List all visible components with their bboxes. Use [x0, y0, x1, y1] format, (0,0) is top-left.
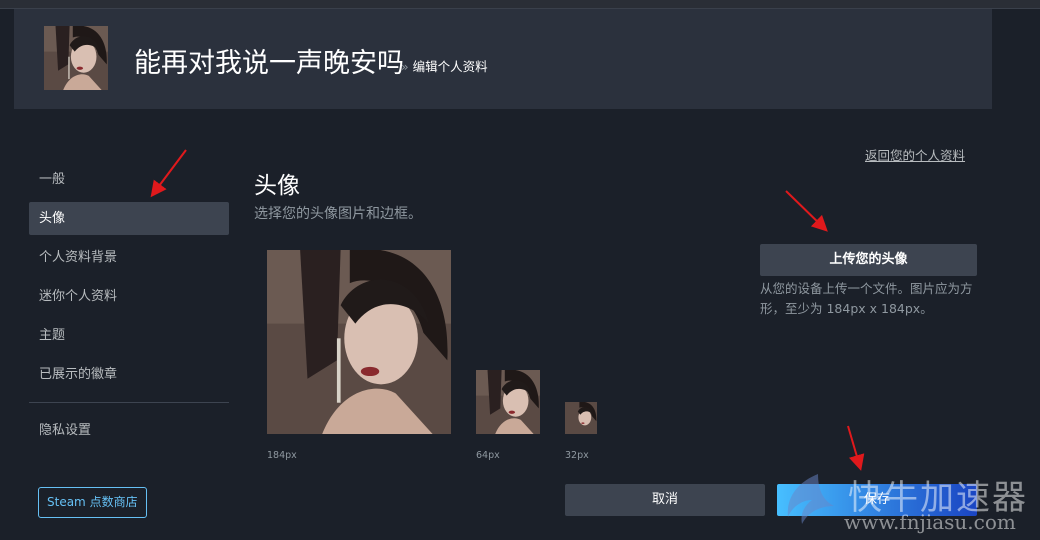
avatar-preview-small — [565, 402, 597, 434]
save-button[interactable]: 保存 — [777, 484, 977, 516]
profile-header: 能再对我说一声晚安吗 » 编辑个人资料 — [14, 9, 992, 109]
sidebar-item-avatar[interactable]: 头像 — [29, 202, 229, 235]
header-avatar[interactable] — [44, 26, 108, 90]
avatar-photo-image — [267, 250, 451, 434]
avatar-photo-image — [44, 26, 108, 90]
sidebar-item-mini-profile[interactable]: 迷你个人资料 — [29, 280, 229, 313]
avatar-photo-image — [565, 402, 597, 434]
avatar-photo-image — [476, 370, 540, 434]
section-title: 头像 — [254, 173, 300, 199]
cancel-button[interactable]: 取消 — [565, 484, 765, 516]
sidebar-item-profile-background[interactable]: 个人资料背景 — [29, 241, 229, 274]
breadcrumb: » 编辑个人资料 — [401, 56, 488, 75]
avatar-preview-medium — [476, 370, 540, 434]
points-shop-button[interactable]: Steam 点数商店 — [38, 487, 147, 518]
breadcrumb-label[interactable]: 编辑个人资料 — [413, 59, 488, 74]
breadcrumb-separator: » — [401, 59, 409, 74]
upload-avatar-button[interactable]: 上传您的头像 — [760, 244, 977, 276]
sidebar-item-theme[interactable]: 主题 — [29, 319, 229, 352]
size-label-64: 64px — [476, 450, 500, 461]
avatar-preview-large — [267, 250, 451, 434]
upload-hint: 从您的设备上传一个文件。图片应为方形，至少为 184px x 184px。 — [760, 281, 973, 316]
sidebar-divider — [29, 402, 229, 403]
section-subtitle: 选择您的头像图片和边框。 — [254, 206, 422, 222]
size-label-32: 32px — [565, 450, 589, 461]
annotation-arrow-upload — [785, 190, 828, 232]
profile-name: 能再对我说一声晚安吗 — [134, 48, 404, 79]
annotation-arrow-save — [847, 425, 865, 471]
return-to-profile-link[interactable]: 返回您的个人资料 — [865, 145, 965, 164]
top-bar — [0, 0, 1040, 9]
sidebar-item-privacy[interactable]: 隐私设置 — [29, 414, 229, 447]
size-label-184: 184px — [267, 450, 297, 461]
sidebar-item-general[interactable]: 一般 — [29, 163, 229, 196]
sidebar-item-featured-badge[interactable]: 已展示的徽章 — [29, 358, 229, 391]
